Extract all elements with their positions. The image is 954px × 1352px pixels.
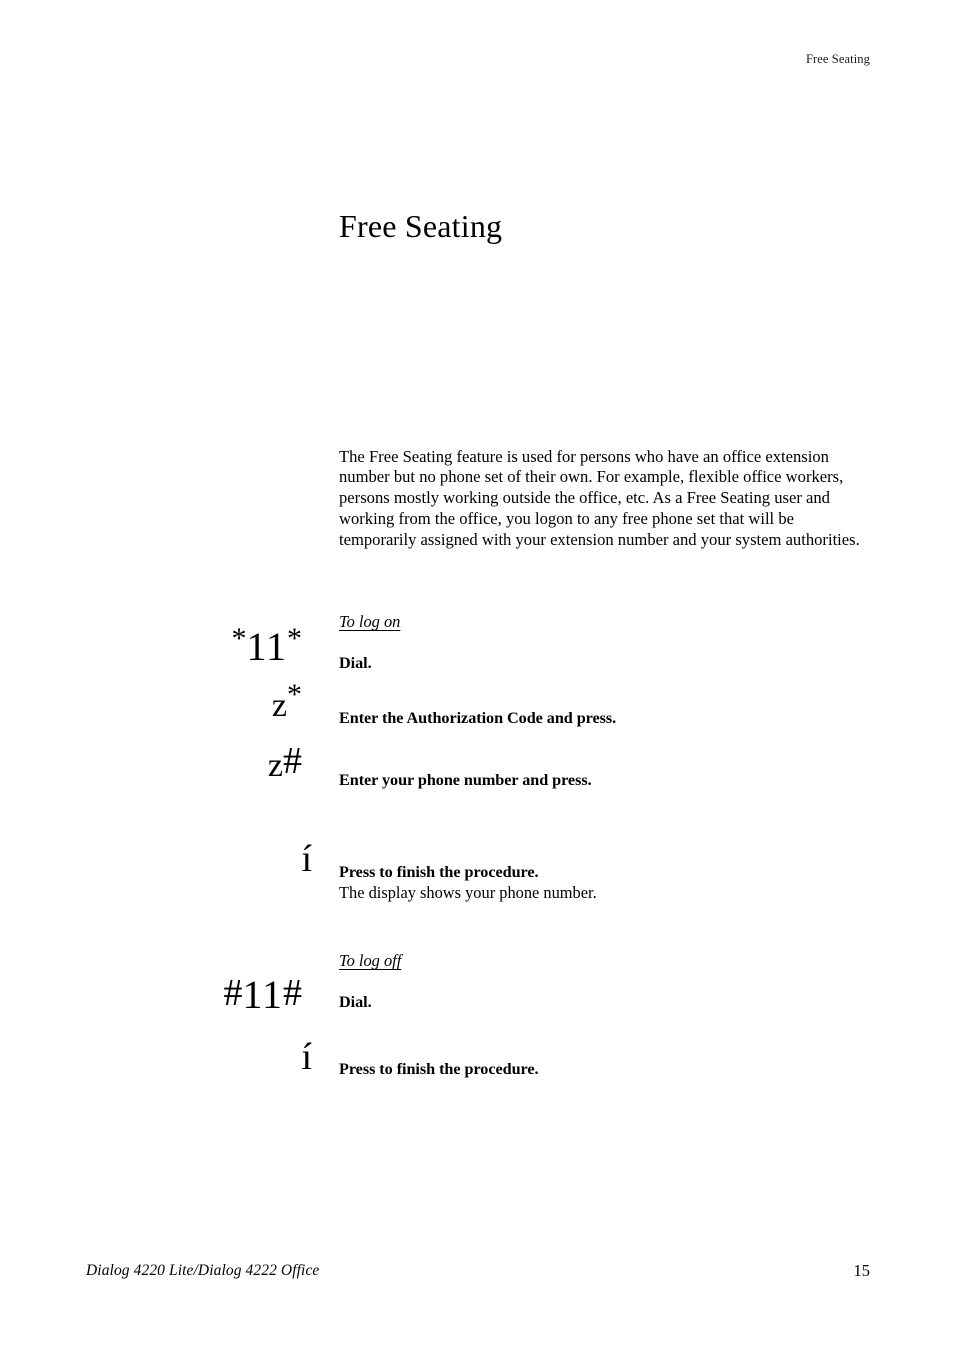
star-key: * <box>287 678 302 711</box>
hash-key: # <box>283 972 302 1014</box>
star-key: * <box>231 622 247 655</box>
procedure-note: The display shows your phone number. <box>339 883 597 902</box>
footer-document-name: Dialog 4220 Lite/Dialog 4222 Office <box>86 1262 320 1279</box>
running-header: Free Seating <box>805 52 870 66</box>
procedure-instruction: Enter the Authorization Code and press. <box>339 709 617 727</box>
digit-keys: 11 <box>246 624 287 669</box>
section-label-log-on: To log on <box>339 612 401 631</box>
procedure-description: To log off Dial. <box>339 951 879 1012</box>
footer-page-number: 15 <box>853 1261 871 1280</box>
procedure-instruction: Dial. <box>339 654 372 672</box>
key-sequence: z# <box>120 742 302 783</box>
key-sequence: #11# <box>120 974 302 1015</box>
dial-digits-key: z <box>271 687 287 724</box>
procedure-description: To log on Dial. <box>339 612 879 673</box>
procedure-instruction: Enter your phone number and press. <box>339 771 592 789</box>
section-label-log-off: To log off <box>339 951 402 970</box>
procedure-description: Enter the Authorization Code and press. <box>339 708 879 728</box>
procedure-instruction: Press to finish the procedure. <box>339 1060 539 1078</box>
star-key: * <box>287 622 302 655</box>
procedure-description: Enter your phone number and press. <box>339 770 879 790</box>
clear-key: í <box>301 838 312 880</box>
key-sequence: *11* <box>120 624 302 667</box>
procedure-description: Press to finish the procedure. <box>339 1059 879 1079</box>
hash-key: # <box>283 740 302 782</box>
hash-key: # <box>223 972 243 1014</box>
intro-paragraph: The Free Seating feature is used for per… <box>339 446 860 549</box>
page-title: Free Seating <box>339 208 503 245</box>
digit-keys: 11 <box>242 972 283 1017</box>
key-sequence: í <box>120 1038 312 1076</box>
clear-key: í <box>301 1036 312 1078</box>
procedure-description: Press to finish the procedure. The displ… <box>339 862 879 903</box>
dial-digits-key: z <box>267 747 283 784</box>
procedure-instruction: Dial. <box>339 993 372 1011</box>
procedure-instruction: Press to finish the procedure. <box>339 863 539 881</box>
key-sequence: z* <box>120 680 302 723</box>
key-sequence: í <box>120 840 312 878</box>
